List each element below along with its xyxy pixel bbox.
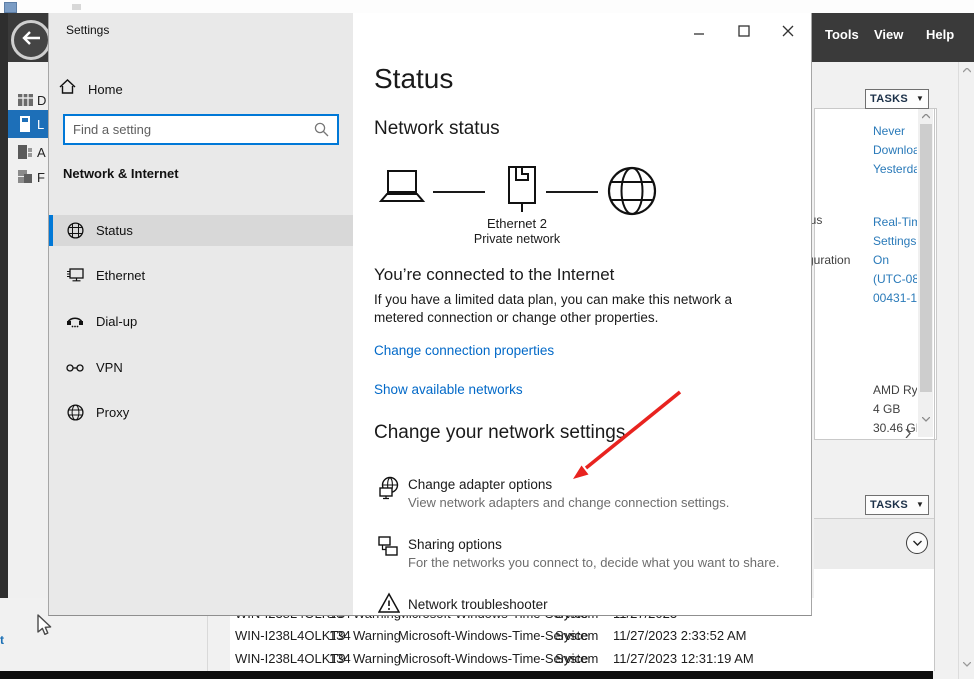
settings-window: Settings Home Network & Internet Status … [48, 13, 812, 616]
ethernet-icon [66, 268, 84, 283]
table-row[interactable]: WIN-I238L4OLKT9 134 Warning Microsoft-Wi… [230, 651, 930, 668]
sidebar-item-local-server[interactable]: L [8, 110, 48, 138]
quick-links: Never Download Yesterday [873, 122, 917, 179]
panel-scrollbar[interactable] [918, 109, 933, 437]
show-available-networks-link[interactable]: Show available networks [374, 382, 523, 397]
nav-label: VPN [96, 360, 123, 375]
change-adapter-options-link[interactable]: Change adapter options [408, 477, 552, 492]
sharing-options-icon [378, 536, 399, 562]
network-troubleshooter-link[interactable]: Network troubleshooter [408, 597, 548, 612]
clipped-link-fragment: t [0, 633, 4, 647]
troubleshooter-warning-icon [378, 592, 400, 616]
back-button[interactable] [11, 20, 51, 60]
maximize-button[interactable] [727, 13, 761, 49]
value-memory: 4 GB [873, 400, 917, 419]
minimize-button[interactable] [682, 13, 716, 49]
dashboard-grid-icon [17, 92, 33, 108]
internet-globe-icon [606, 165, 658, 222]
dialup-phone-icon [66, 315, 84, 329]
panel-divider [934, 108, 935, 671]
menu-view[interactable]: View [874, 27, 903, 42]
selection-accent-bar [49, 215, 53, 246]
diagram-connector-line [433, 191, 485, 193]
network-type: Private network [447, 232, 587, 246]
connected-body: If you have a limited data plan, you can… [374, 291, 766, 326]
settings-section-header: Network & Internet [63, 166, 179, 181]
home-icon [59, 79, 76, 99]
vpn-icon [66, 362, 84, 374]
laptop-icon [377, 169, 427, 214]
connected-title: You’re connected to the Internet [374, 265, 614, 285]
local-server-icon [17, 116, 33, 132]
file-storage-icon [17, 169, 33, 185]
menu-help[interactable]: Help [926, 27, 954, 42]
window-title: Settings [66, 23, 109, 37]
column-divider [207, 615, 208, 671]
nav-label: Ethernet [96, 268, 145, 283]
all-servers-icon [17, 144, 33, 160]
dropdown-arrow-icon: ▼ [916, 95, 924, 103]
link-yesterday[interactable]: Yesterday [873, 160, 917, 179]
nav-label: Proxy [96, 405, 129, 420]
network-name: Ethernet 2 [447, 216, 587, 231]
back-arrow-icon [21, 30, 41, 51]
home-label: Home [88, 82, 123, 97]
value-product-id[interactable]: 00431-10 [873, 289, 917, 308]
tasks-dropdown-top[interactable]: TASKS ▼ [865, 89, 929, 109]
network-status-header: Network status [374, 118, 500, 140]
sharing-options-link[interactable]: Sharing options [408, 537, 502, 552]
link-never[interactable]: Never [873, 122, 917, 141]
mouse-cursor [36, 614, 53, 638]
proxy-globe-icon [66, 404, 84, 421]
annotation-arrow [560, 385, 700, 490]
tasks-dropdown-bottom[interactable]: TASKS ▼ [865, 495, 929, 515]
sidebar-item-ethernet[interactable]: Ethernet [49, 260, 353, 291]
background-window-glyph [72, 4, 81, 10]
sidebar-item-home[interactable]: Home [59, 73, 343, 105]
link-download[interactable]: Download [873, 141, 917, 160]
page-title: Status [374, 63, 453, 95]
search-input[interactable] [65, 122, 314, 137]
table-row[interactable]: WIN-I238L4OLKT9 134 Warning Microsoft-Wi… [230, 628, 930, 645]
value-timezone[interactable]: (UTC-08:0 [873, 270, 917, 289]
bottom-black-bar [0, 671, 933, 679]
diagram-connector-line [546, 191, 598, 193]
background-window-titlebar [0, 0, 974, 13]
window-left-edge [0, 13, 8, 600]
sidebar-item-dialup[interactable]: Dial-up [49, 306, 353, 337]
search-box[interactable] [63, 114, 339, 145]
value-realtime[interactable]: Real-Tim [873, 213, 917, 232]
sidebar-item-status[interactable]: Status [49, 215, 353, 246]
menu-tools[interactable]: Tools [825, 27, 859, 42]
value-settings[interactable]: Settings [873, 232, 917, 251]
status-globe-icon [66, 222, 84, 239]
hardware-values: AMD Ryz 4 GB 30.46 GB [873, 381, 917, 435]
value-processor: AMD Ryz [873, 381, 917, 400]
value-on[interactable]: On [873, 251, 917, 270]
sidebar-item-vpn[interactable]: VPN [49, 352, 353, 383]
scrollbar-thumb[interactable] [920, 124, 932, 392]
property-values: Real-Tim Settings On (UTC-08:0 00431-10 [873, 213, 917, 308]
dropdown-arrow-icon: ▼ [916, 501, 924, 509]
change-connection-properties-link[interactable]: Change connection properties [374, 343, 554, 358]
nav-label: Status [96, 223, 133, 238]
search-icon[interactable] [314, 122, 329, 137]
sidebar-item-file-storage[interactable]: F [8, 163, 48, 191]
sharing-options-desc: For the networks you connect to, decide … [408, 555, 779, 570]
sidebar-item-proxy[interactable]: Proxy [49, 397, 353, 428]
change-adapter-options-desc: View network adapters and change connect… [408, 495, 729, 510]
collapse-chevron-button[interactable] [906, 532, 928, 554]
adapter-options-icon [378, 476, 402, 505]
chevron-right-icon[interactable] [905, 429, 911, 438]
window-scrollbar[interactable] [958, 62, 974, 679]
nav-label: Dial-up [96, 314, 137, 329]
close-button[interactable] [771, 13, 805, 49]
background-window-icon [4, 2, 17, 13]
sidebar-item-all-servers[interactable]: A [8, 138, 48, 166]
chevron-down-icon [913, 540, 922, 546]
